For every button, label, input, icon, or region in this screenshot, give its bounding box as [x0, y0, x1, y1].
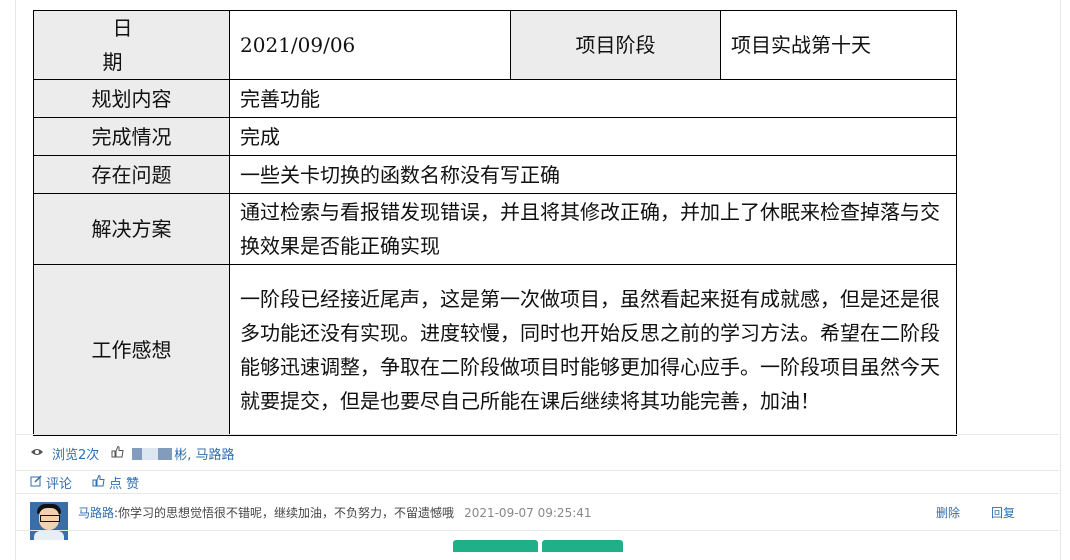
plan-label: 规划内容 [33, 79, 230, 118]
report-header-row: 日 期 2021/09/06 项目阶段 项目实战第十天 [33, 10, 957, 80]
thumbs-up-icon [92, 474, 105, 490]
problem-value: 一些关卡切换的函数名称没有写正确 [229, 155, 957, 194]
daily-report-table: 日 期 2021/09/06 项目阶段 项目实战第十天 规划内容 完善功能 完成… [33, 10, 957, 436]
action-button-1[interactable] [453, 540, 538, 552]
comment-user[interactable]: 马路路 [78, 506, 114, 520]
avatar[interactable] [30, 502, 68, 540]
comment-item: 马路路:你学习的思想觉悟很不错呢，继续加油，不负努力，不留遗憾哦 2021-09-… [30, 500, 1060, 540]
thumbs-up-icon [111, 445, 124, 462]
divider [16, 470, 1059, 471]
report-row-plan: 规划内容 完善功能 [33, 79, 957, 118]
action-button-2[interactable] [542, 540, 623, 552]
comment-text: :你学习的思想觉悟很不错呢，继续加油，不负努力，不留遗憾哦 [114, 506, 455, 520]
solution-value: 通过检索与看报错发现错误，并且将其修改正确，并加上了休眠来检查掉落与交换效果是否… [229, 193, 957, 265]
stage-label: 项目阶段 [510, 10, 721, 80]
delete-comment-link[interactable]: 删除 [936, 504, 960, 521]
post-stats: 浏览2次 彬, 马路路 [30, 444, 247, 463]
date-label: 日 期 [33, 10, 230, 80]
redacted-name [132, 447, 173, 460]
comment-content: 马路路:你学习的思想觉悟很不错呢，继续加油，不负努力，不留遗憾哦 2021-09-… [78, 504, 592, 521]
status-value: 完成 [229, 117, 957, 156]
plan-value: 完善功能 [229, 79, 957, 118]
divider [16, 530, 1059, 531]
report-row-thoughts: 工作感想 一阶段已经接近尾声，这是第一次做项目，虽然看起来挺有成就感，但是还是很… [33, 264, 957, 436]
comment-label: 评论 [46, 477, 73, 492]
divider [16, 493, 1059, 494]
stage-value: 项目实战第十天 [720, 10, 957, 80]
report-row-solution: 解决方案 通过检索与看报错发现错误，并且将其修改正确，并加上了休眠来检查掉落与交… [33, 193, 957, 265]
edit-icon [30, 475, 42, 490]
views-count[interactable]: 浏览2次 [52, 444, 99, 463]
report-row-status: 完成情况 完成 [33, 117, 957, 156]
comment-time: 2021-09-07 09:25:41 [464, 506, 592, 520]
thoughts-label: 工作感想 [33, 264, 230, 436]
thoughts-value: 一阶段已经接近尾声，这是第一次做项目，虽然看起来挺有成就感，但是还是很多功能还没… [229, 264, 957, 436]
date-value: 2021/09/06 [229, 10, 511, 80]
comment-button[interactable]: 评论 [30, 473, 72, 492]
like-label: 点 赞 [109, 477, 140, 492]
solution-label: 解决方案 [33, 193, 230, 265]
likers-list[interactable]: 彬, 马路路 [174, 444, 234, 463]
like-button[interactable]: 点 赞 [92, 473, 139, 492]
report-row-problem: 存在问题 一些关卡切换的函数名称没有写正确 [33, 155, 957, 194]
divider [16, 434, 1059, 435]
post-actions: 评论 点 赞 [30, 473, 159, 492]
reply-comment-link[interactable]: 回复 [991, 504, 1015, 521]
problem-label: 存在问题 [33, 155, 230, 194]
eye-icon [30, 446, 44, 461]
status-label: 完成情况 [33, 117, 230, 156]
